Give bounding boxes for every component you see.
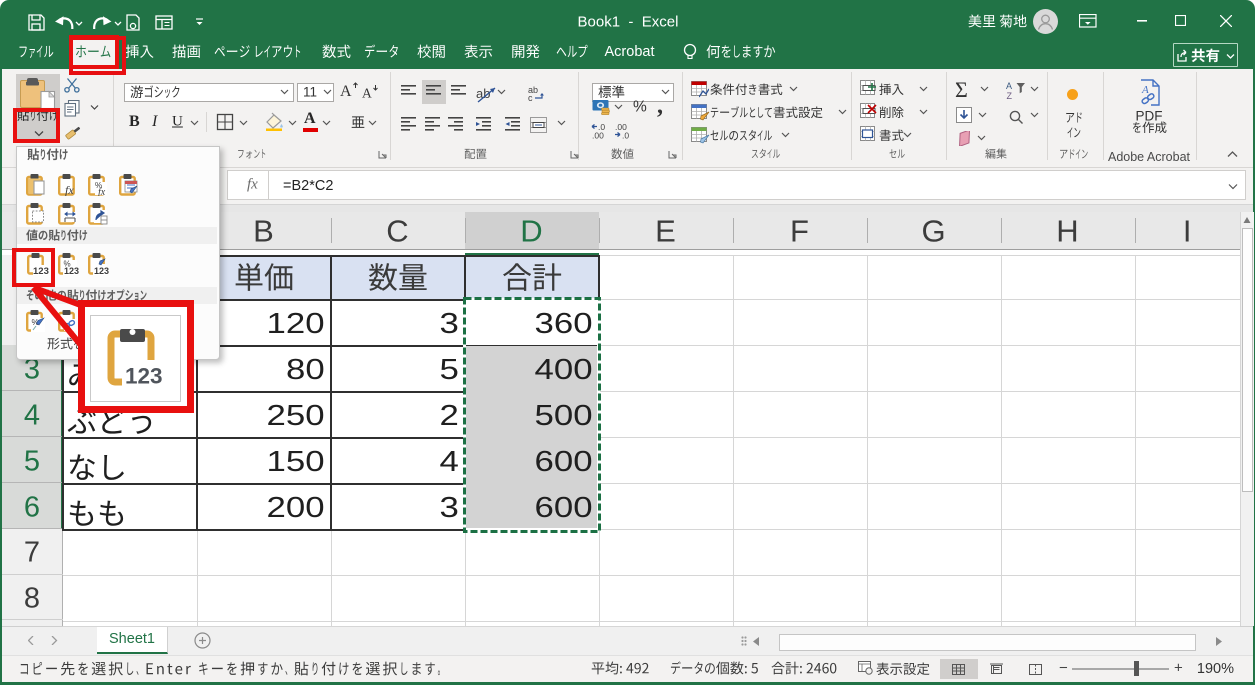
svg-text:c: c — [528, 93, 533, 102]
svg-text:.00: .00 — [592, 131, 604, 140]
svg-text:Z: Z — [1007, 91, 1013, 100]
svg-text:.0: .0 — [622, 131, 629, 140]
svg-text:A: A — [1006, 81, 1012, 91]
svg-text:123: 123 — [125, 364, 163, 389]
svg-text:A: A — [1141, 84, 1149, 96]
svg-text:Σ: Σ — [955, 79, 968, 101]
